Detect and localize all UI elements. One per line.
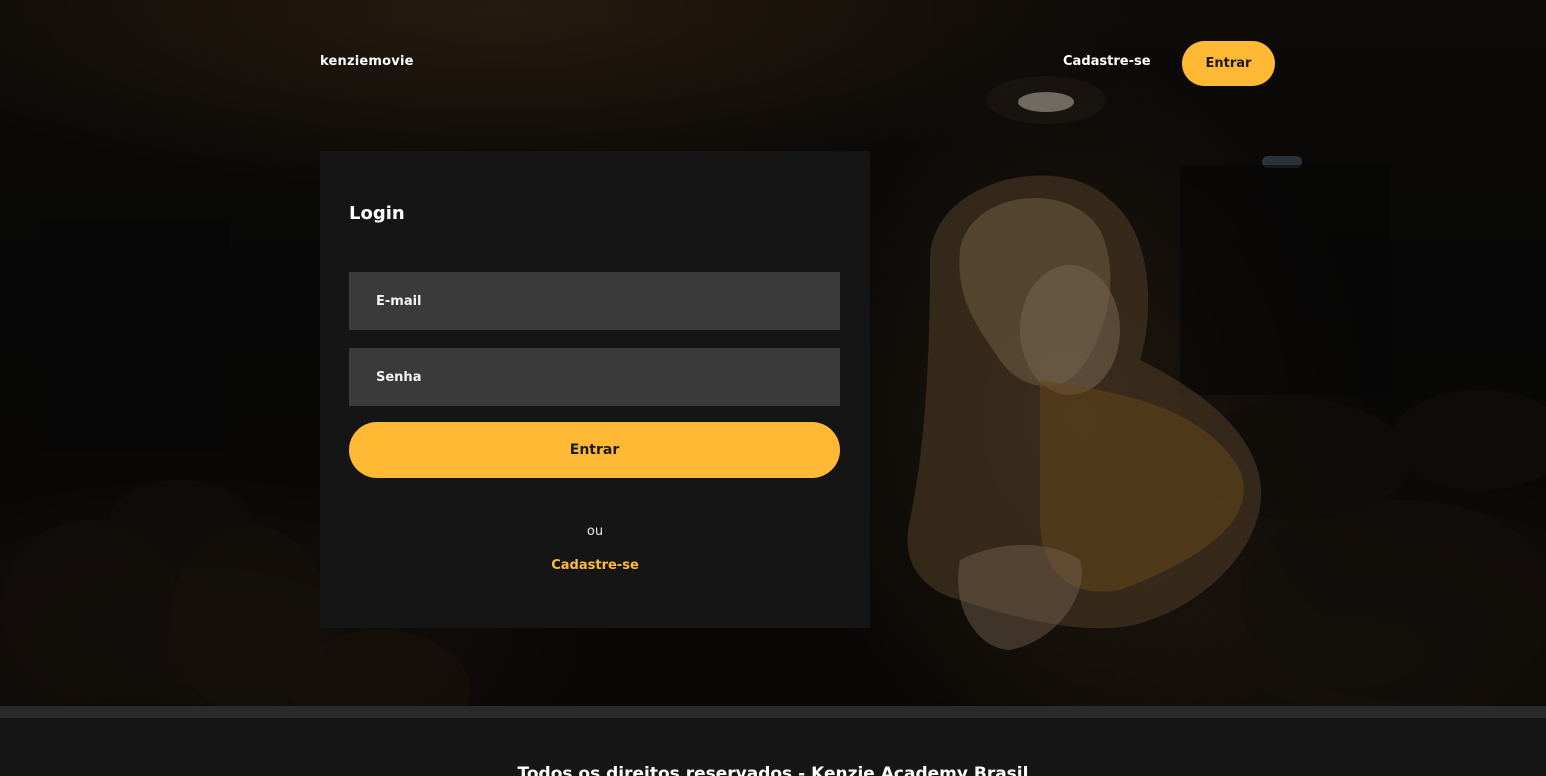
card-signup-link[interactable]: Cadastre-se: [320, 558, 870, 573]
login-card: Login Entrar ou Cadastre-se: [320, 151, 870, 628]
login-submit-button[interactable]: Entrar: [349, 422, 840, 478]
or-separator: ou: [586, 524, 604, 539]
brand-logo[interactable]: kenziemovie: [320, 54, 414, 69]
page: kenziemovie Cadastre-se Entrar Login Ent…: [0, 0, 1546, 776]
footer-copyright: Todos os direitos reservados - Kenzie Ac…: [517, 764, 1029, 776]
header-login-button[interactable]: Entrar: [1182, 41, 1275, 86]
header-signup-link[interactable]: Cadastre-se: [1063, 54, 1151, 69]
password-input[interactable]: [349, 348, 840, 406]
email-input[interactable]: [349, 272, 840, 330]
login-title: Login: [349, 203, 405, 224]
footer-divider: [0, 706, 1546, 718]
